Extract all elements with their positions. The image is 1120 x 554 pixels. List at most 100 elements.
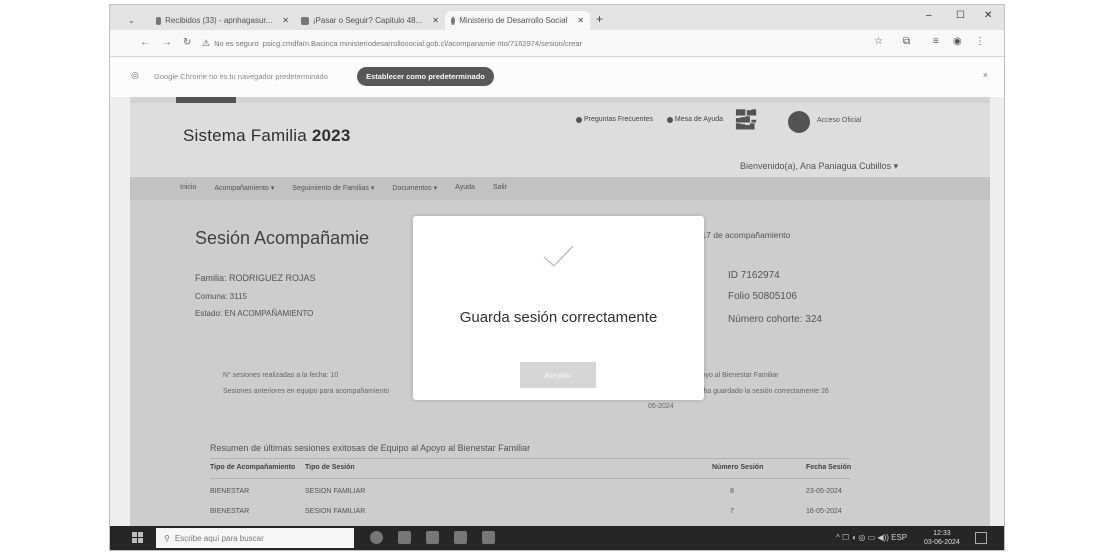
family-name: Familia: RODRIGUEZ ROJAS bbox=[195, 273, 316, 283]
table-cell: BIENESTAR bbox=[210, 508, 250, 515]
main-menu: Inicio Acompañamiento ▾ Seguimiento de F… bbox=[130, 177, 990, 200]
taskbar-search[interactable]: ⚲ Escribe aquí para buscar bbox=[156, 528, 354, 548]
windows-taskbar: ⚲ Escribe aquí para buscar ^ ☐ ◖ ◎ ▭ ◀))… bbox=[110, 526, 1004, 550]
browser-window: ⌄ Recibidos (33) - apnhagasur... ✕ ¡Pasa… bbox=[109, 4, 1005, 551]
extensions-icon[interactable]: ⧉ bbox=[903, 36, 910, 47]
site-title: Sistema Familia 2023 bbox=[183, 126, 350, 146]
url-field[interactable]: ⚠ No es seguro psicg.cmdfam.Bacinca mini… bbox=[202, 36, 582, 50]
menu-item-ayuda[interactable]: Ayuda bbox=[455, 184, 475, 192]
infobar-message: Google Chrome no es tu navegador predete… bbox=[154, 72, 328, 81]
saved-date-note: 05-2024 bbox=[648, 403, 674, 410]
header-links: Preguntas Frecuentes Mesa de Ayuda bbox=[576, 116, 723, 123]
new-tab-button[interactable]: + bbox=[596, 12, 603, 26]
tab-ministerio[interactable]: Ministerio de Desarrollo Social ✕ bbox=[445, 11, 590, 30]
faq-link[interactable]: Preguntas Frecuentes bbox=[576, 116, 653, 123]
close-window-button[interactable]: ✕ bbox=[984, 10, 992, 21]
faq-link-label: Preguntas Frecuentes bbox=[584, 116, 653, 123]
back-icon[interactable]: ← bbox=[140, 37, 150, 48]
question-icon bbox=[576, 116, 582, 123]
file-explorer-icon[interactable] bbox=[426, 531, 439, 544]
table-cell: 23-05-2024 bbox=[806, 488, 842, 495]
family-comuna: Comuna: 3115 bbox=[195, 292, 247, 301]
table-header-numero-sesion: Número Sesión bbox=[712, 464, 764, 471]
search-icon: ⚲ bbox=[164, 533, 170, 543]
video-icon bbox=[301, 16, 309, 25]
taskbar-clock[interactable]: 12:33 03-06-2024 bbox=[924, 529, 960, 547]
site-title-year: 2023 bbox=[311, 126, 351, 145]
address-bar: ← → ↻ ⚠ No es seguro psicg.cmdfam.Bacinc… bbox=[110, 30, 1004, 57]
checkmark-icon bbox=[543, 245, 574, 268]
menu-item-inicio[interactable]: Inicio bbox=[180, 184, 196, 192]
help-icon bbox=[666, 116, 673, 123]
help-desk-link[interactable]: Mesa de Ayuda bbox=[666, 116, 724, 123]
table-cell: SESION FAMILIAR bbox=[305, 508, 366, 515]
close-icon[interactable]: ✕ bbox=[432, 16, 439, 25]
help-desk-link-label: Mesa de Ayuda bbox=[674, 116, 724, 123]
table-cell: 7 bbox=[730, 508, 734, 515]
sessions-count-note: N° sesiones realizadas a la fecha: 10 bbox=[223, 372, 339, 379]
forward-icon[interactable]: → bbox=[162, 37, 172, 48]
menu-item-documentos[interactable]: Documentos ▾ bbox=[392, 184, 437, 192]
windows-start-icon[interactable] bbox=[132, 532, 143, 543]
user-avatar[interactable] bbox=[788, 111, 810, 133]
user-office[interactable]: Acceso Oficial bbox=[817, 117, 861, 124]
welcome-user-menu[interactable]: Bienvenido(a), Ana Paniagua Cubillos ▾ bbox=[740, 161, 898, 172]
session-title: Sesión Acompañamie bbox=[195, 228, 370, 248]
notification-icon[interactable] bbox=[975, 532, 987, 544]
divider bbox=[210, 478, 850, 479]
chrome-taskbar-icon[interactable] bbox=[370, 531, 383, 544]
cohort-number: Número cohorte: 324 bbox=[728, 314, 822, 325]
close-icon[interactable]: ✕ bbox=[577, 16, 584, 25]
ministry-logo: ▇▇ ▆▇ ▅▆▇ ▃ ▇▆▅▇ bbox=[736, 110, 757, 130]
table-header-fecha-sesion: Fecha Sesión bbox=[806, 464, 852, 471]
modal-message: Guarda sesión correctamente bbox=[459, 309, 658, 326]
reload-icon[interactable]: ↻ bbox=[183, 37, 191, 48]
tab-label: Recibidos (33) - apnhagasur... bbox=[165, 16, 273, 25]
mail-icon[interactable] bbox=[454, 531, 467, 544]
chrome-icon: ◎ bbox=[131, 70, 139, 80]
menu-item-seguimiento[interactable]: Seguimiento de Familias ▾ bbox=[292, 184, 374, 192]
table-cell: 16-05-2024 bbox=[806, 508, 842, 515]
task-view-icon[interactable] bbox=[398, 531, 411, 544]
close-icon[interactable]: × bbox=[983, 70, 988, 80]
menu-item-salir[interactable]: Salir bbox=[493, 184, 507, 192]
sidepanel-icon[interactable]: ≡ bbox=[933, 36, 939, 47]
site-title-text: Sistema Familia bbox=[183, 126, 307, 145]
set-default-button[interactable]: Establecer como predeterminado bbox=[357, 67, 494, 86]
store-icon[interactable] bbox=[482, 531, 495, 544]
gmail-icon bbox=[156, 16, 162, 25]
maximize-button[interactable]: ☐ bbox=[956, 10, 965, 21]
warning-icon: ⚠ bbox=[202, 37, 211, 48]
system-tray[interactable]: ^ ☐ ◖ ◎ ▭ ◀)) ESP bbox=[836, 533, 907, 542]
table-cell: BIENESTAR bbox=[210, 488, 250, 495]
tab-label: ¡Pasar o Seguir? Capitulo 48... bbox=[312, 16, 423, 25]
family-id: ID 7162974 bbox=[728, 270, 780, 281]
search-placeholder: Escribe aquí para buscar bbox=[174, 533, 264, 543]
saved-note: Se ha guardado la sesión correctamente 2… bbox=[693, 388, 829, 395]
close-icon[interactable]: ✕ bbox=[282, 16, 289, 25]
menu-item-acompanamiento[interactable]: Acompañamiento ▾ bbox=[214, 184, 274, 192]
previous-sessions-note: Sesiones anteriores en equipo para acomp… bbox=[223, 388, 390, 395]
chevron-down-icon: ⌄ bbox=[128, 16, 135, 25]
table-cell: SESION FAMILIAR bbox=[305, 488, 366, 495]
summary-heading: Resumen de últimas sesiones exitosas de … bbox=[210, 443, 531, 453]
family-folio: Folio 50805106 bbox=[728, 291, 797, 302]
table-header-tipo-acompanamiento: Tipo de Acompañamiento bbox=[210, 464, 296, 471]
clock-time: 12:33 bbox=[933, 530, 951, 537]
star-icon[interactable]: ☆ bbox=[874, 36, 883, 47]
tab-strip: ⌄ Recibidos (33) - apnhagasur... ✕ ¡Pasa… bbox=[110, 5, 1004, 30]
tab-label: Ministerio de Desarrollo Social bbox=[459, 16, 568, 25]
menu-icon[interactable]: ⋮ bbox=[975, 36, 985, 47]
profile-icon[interactable]: ◉ bbox=[953, 36, 962, 47]
tab-gmail[interactable]: Recibidos (33) - apnhagasur... ✕ bbox=[150, 11, 295, 30]
tab-video[interactable]: ¡Pasar o Seguir? Capitulo 48... ✕ bbox=[295, 11, 445, 30]
url-text: psicg.cmdfam.Bacinca ministeriodesarroll… bbox=[262, 38, 583, 48]
family-estado: Estado: EN ACOMPAÑAMIENTO bbox=[195, 309, 314, 318]
minimize-button[interactable]: – bbox=[926, 10, 932, 21]
default-browser-infobar: ◎ Google Chrome no es tu navegador prede… bbox=[110, 57, 1004, 97]
security-label: No es seguro bbox=[214, 38, 259, 48]
accept-button[interactable]: Aceptar bbox=[520, 362, 596, 388]
divider bbox=[210, 458, 850, 459]
site-icon bbox=[451, 16, 456, 25]
site-header: Sistema Familia 2023 Preguntas Frecuente… bbox=[130, 103, 990, 177]
